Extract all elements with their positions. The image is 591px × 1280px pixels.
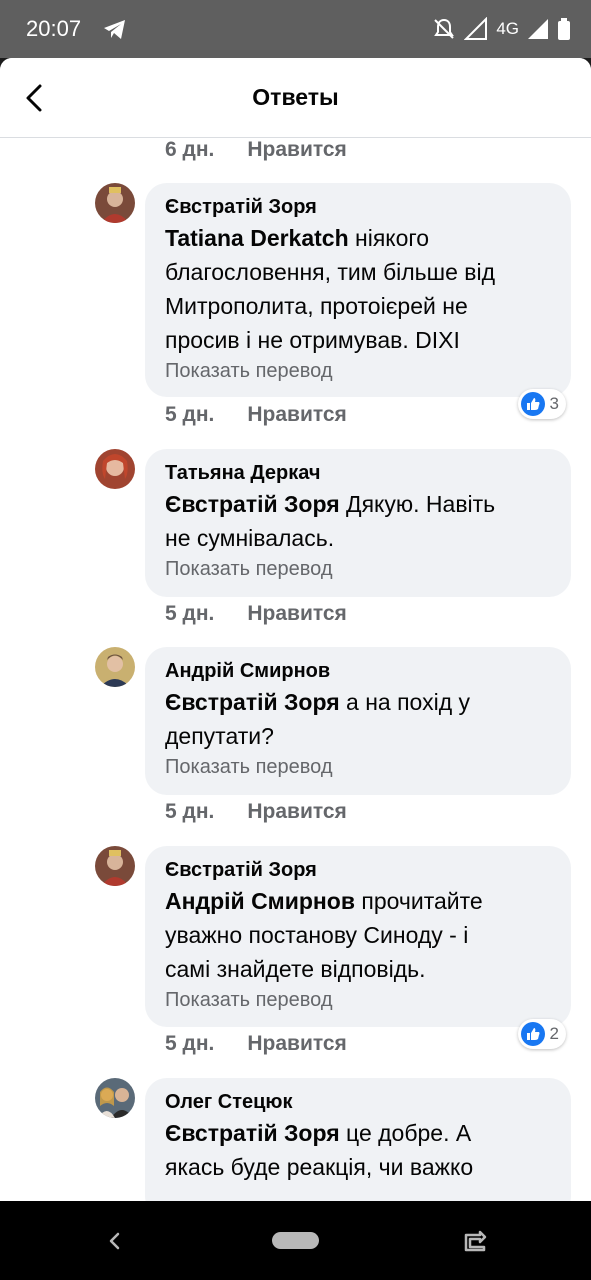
signal-full-icon	[528, 19, 548, 39]
like-button[interactable]: Нравится	[247, 403, 346, 427]
header: Ответы	[0, 58, 591, 138]
like-button[interactable]: Нравится	[247, 1032, 346, 1056]
like-button[interactable]: Нравится	[247, 800, 346, 824]
comment-time: 5 дн.	[165, 403, 215, 426]
mention-link[interactable]: Євстратій Зоря	[165, 491, 340, 517]
battery-icon	[558, 18, 570, 40]
comment-author[interactable]: Олег Стецюк	[165, 1088, 551, 1116]
avatar[interactable]	[95, 183, 135, 223]
nav-home-pill[interactable]	[272, 1232, 319, 1249]
mention-link[interactable]: Tatiana Derkatch	[165, 225, 349, 251]
avatar[interactable]	[95, 1078, 135, 1118]
comment-bubble: Андрій Смирнов Євстратій Зоря а на похід…	[145, 647, 571, 795]
show-translation-link[interactable]: Показать перевод	[165, 555, 551, 583]
comment-text: Євстратій Зоря а на похід у депутати?	[165, 689, 471, 749]
comment-time: 5 дн.	[165, 1032, 215, 1055]
reaction-count[interactable]: 3	[517, 389, 566, 419]
mention-link[interactable]: Євстратій Зоря	[165, 1120, 340, 1146]
comment-text: Євстратій Зоря це добре. А якась буде ре…	[165, 1120, 474, 1180]
comment-text: Андрій Смирнов прочитайте уважно постано…	[165, 888, 483, 982]
network-type: 4G	[496, 19, 519, 38]
like-reaction-icon	[520, 392, 545, 416]
telegram-icon	[104, 20, 125, 39]
like-button[interactable]: Нравится	[247, 602, 346, 626]
comment-meta: 5 дн. Нравится	[165, 602, 347, 626]
comment-meta: 5 дн. Нравится	[165, 800, 347, 824]
comment-author[interactable]: Євстратій Зоря	[165, 193, 551, 221]
like-button[interactable]: Нравится	[247, 138, 346, 162]
avatar[interactable]	[95, 846, 135, 886]
comment-author[interactable]: Татьяна Деркач	[165, 459, 551, 487]
mute-icon	[434, 18, 455, 39]
comment-bubble: Олег Стецюк Євстратій Зоря це добре. А я…	[145, 1078, 571, 1201]
show-translation-link[interactable]: Показать перевод	[165, 753, 551, 781]
show-translation-link[interactable]: Показать перевод	[165, 986, 551, 1014]
comment-time: 5 дн.	[165, 602, 215, 625]
system-nav-bar	[0, 1201, 591, 1280]
status-bar: 20:07 4G	[0, 0, 591, 58]
mention-link[interactable]: Андрій Смирнов	[165, 888, 355, 914]
comment-bubble: Євстратій Зоря Tatiana Derkatch ніякого …	[145, 183, 571, 397]
comment-meta: 5 дн. Нравится	[165, 1032, 347, 1056]
show-translation-link[interactable]: Показать перевод	[165, 357, 551, 385]
comment-bubble: Євстратій Зоря Андрій Смирнов прочитайте…	[145, 846, 571, 1027]
avatar[interactable]	[95, 449, 135, 489]
comment-author[interactable]: Євстратій Зоря	[165, 856, 551, 884]
comment-bubble: Татьяна Деркач Євстратій Зоря Дякую. Нав…	[145, 449, 571, 597]
comment-text: Tatiana Derkatch ніякого благословення, …	[165, 225, 496, 353]
status-time: 20:07	[26, 16, 82, 41]
signal-icon	[464, 17, 488, 40]
like-reaction-icon	[520, 1022, 545, 1046]
comment-author[interactable]: Андрій Смирнов	[165, 657, 551, 685]
comment-meta: 6 дн. Нравится	[165, 138, 347, 162]
nav-back-icon[interactable]	[104, 1229, 124, 1253]
rotate-icon[interactable]	[460, 1227, 490, 1255]
comment-time: 5 дн.	[165, 800, 215, 823]
avatar[interactable]	[95, 647, 135, 687]
reaction-count[interactable]: 2	[517, 1019, 566, 1049]
comment-text: Євстратій Зоря Дякую. Навіть не сумнівал…	[165, 491, 496, 551]
comment-time: 6 дн.	[165, 138, 215, 161]
replies-sheet: Ответы 6 дн. Нравится Євстратій Зоря Tat…	[0, 58, 591, 1201]
comment-meta: 5 дн. Нравится	[165, 403, 347, 427]
mention-link[interactable]: Євстратій Зоря	[165, 689, 340, 715]
page-title: Ответы	[252, 84, 339, 110]
